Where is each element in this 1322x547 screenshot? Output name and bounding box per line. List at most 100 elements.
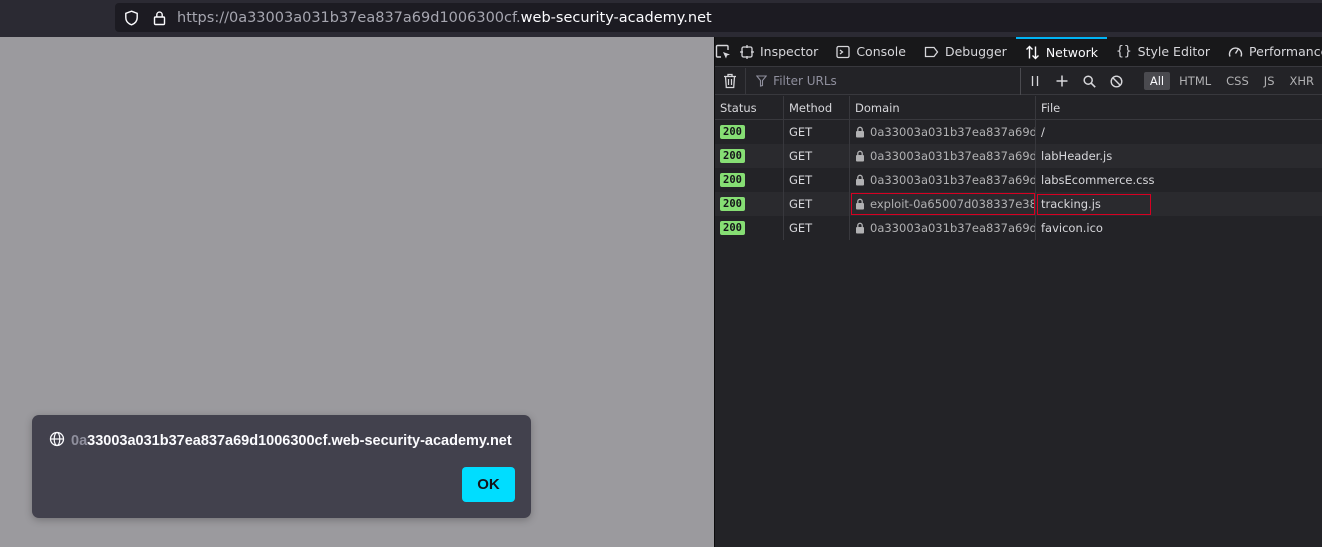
column-method[interactable]: Method (784, 96, 850, 119)
status-badge: 200 (720, 149, 745, 163)
debugger-icon (924, 46, 939, 57)
inspector-icon (740, 44, 754, 59)
file-cell: / (1041, 125, 1045, 139)
performance-icon (1228, 46, 1243, 57)
tab-console-label: Console (856, 44, 906, 59)
domain-text: 0a33003a031b37ea837a69d1… (870, 149, 1036, 163)
network-icon (1025, 45, 1039, 60)
block-button[interactable] (1103, 68, 1130, 95)
method-cell: GET (784, 168, 850, 192)
filter-html[interactable]: HTML (1173, 72, 1217, 90)
table-row[interactable]: 200 GET 0a33003a031b37ea837a69d1… labHea… (715, 144, 1322, 168)
column-domain[interactable]: Domain (850, 96, 1036, 119)
status-cell: 200 (715, 216, 784, 240)
style-editor-icon: {} (1116, 44, 1132, 59)
column-file[interactable]: File (1036, 96, 1322, 119)
table-row[interactable]: 200 GET 0a33003a031b37ea837a69d1… / (715, 120, 1322, 144)
domain-cell-highlighted: exploit-0a65007d038337e38… (850, 192, 1036, 216)
domain-cell: 0a33003a031b37ea837a69d1… (850, 168, 1036, 192)
tab-console[interactable]: Console (827, 37, 915, 66)
globe-icon (49, 431, 65, 451)
filter-xhr[interactable]: XHR (1284, 72, 1321, 90)
lock-icon (856, 150, 864, 162)
page-content: 0a33003a031b37ea837a69d1006300cf.web-sec… (0, 37, 714, 547)
clear-button[interactable] (715, 67, 747, 95)
filter-urls-input[interactable] (773, 74, 1014, 88)
url-bar[interactable]: https://0a33003a031b37ea837a69d1006300cf… (115, 3, 1322, 32)
file-highlight-box (1037, 194, 1151, 215)
lock-icon (856, 126, 864, 138)
devtools-panel: Inspector Console Debugger Network {} St… (714, 37, 1322, 547)
pause-button[interactable] (1021, 68, 1048, 95)
add-request-button[interactable] (1048, 68, 1075, 95)
status-cell: 200 (715, 192, 784, 216)
search-button[interactable] (1075, 68, 1102, 95)
column-status[interactable]: Status (715, 96, 784, 119)
tab-inspector[interactable]: Inspector (731, 37, 827, 66)
lock-icon (856, 222, 864, 234)
tab-debugger-label: Debugger (944, 44, 1007, 59)
tab-style-editor[interactable]: {} Style Editor (1107, 37, 1219, 66)
type-filters: All HTML CSS JS XHR (1143, 72, 1322, 90)
tab-inspector-label: Inspector (760, 44, 819, 59)
domain-cell: 0a33003a031b37ea837a69d1… (850, 144, 1036, 168)
domain-text: 0a33003a031b37ea837a69d1… (870, 221, 1036, 235)
file-cell: labsEcommerce.css (1041, 173, 1155, 187)
url-prefix: https://0a33003a031b37ea837a69d1006300cf… (177, 9, 521, 26)
tab-debugger[interactable]: Debugger (915, 37, 1016, 66)
lock-icon (856, 174, 864, 186)
url-text[interactable]: https://0a33003a031b37ea837a69d1006300cf… (177, 10, 712, 26)
requests-table: Status Method Domain File 200 GET 0a3300… (715, 96, 1322, 240)
devtools-tabs: Inspector Console Debugger Network {} St… (715, 37, 1322, 67)
status-badge: 200 (720, 125, 745, 139)
method-cell: GET (784, 192, 850, 216)
table-header: Status Method Domain File (715, 96, 1322, 120)
tab-performance[interactable]: Performance (1219, 37, 1322, 66)
network-toolbar: All HTML CSS JS XHR (715, 67, 1322, 95)
method-cell: GET (784, 144, 850, 168)
status-badge: 200 (720, 221, 745, 235)
browser-toolbar: https://0a33003a031b37ea837a69d1006300cf… (0, 0, 1322, 37)
plus-icon (1056, 75, 1068, 87)
domain-text: exploit-0a65007d038337e38… (870, 197, 1036, 211)
block-icon (1110, 74, 1123, 88)
status-badge: 200 (720, 173, 745, 187)
status-cell: 200 (715, 168, 784, 192)
filter-js[interactable]: JS (1258, 72, 1281, 90)
table-row[interactable]: 200 GET exploit-0a65007d038337e38… track… (715, 192, 1322, 216)
shield-icon[interactable] (123, 9, 139, 26)
status-cell: 200 (715, 144, 784, 168)
console-icon (836, 45, 850, 58)
dialog-header: 0a33003a031b37ea837a69d1006300cf.web-sec… (49, 431, 512, 451)
ok-button[interactable]: OK (462, 467, 515, 502)
domain-cell: 0a33003a031b37ea837a69d1… (850, 216, 1036, 240)
dialog-host-text: 33003a031b37ea837a69d1006300cf.web-secur… (87, 433, 512, 449)
lock-icon (856, 198, 864, 210)
method-cell: GET (784, 120, 850, 144)
domain-cell: 0a33003a031b37ea837a69d1… (850, 120, 1036, 144)
tab-network-label: Network (1045, 45, 1099, 60)
table-row[interactable]: 200 GET 0a33003a031b37ea837a69d1… favico… (715, 216, 1322, 240)
domain-text: 0a33003a031b37ea837a69d1… (870, 173, 1036, 187)
alert-dialog: 0a33003a031b37ea837a69d1006300cf.web-sec… (32, 415, 531, 518)
lock-icon[interactable] (151, 10, 167, 26)
filter-css[interactable]: CSS (1220, 72, 1255, 90)
search-icon (1082, 74, 1096, 88)
filter-icon (756, 75, 768, 87)
method-cell: GET (784, 216, 850, 240)
file-cell: labHeader.js (1041, 149, 1113, 163)
url-domain: web-security-academy.net (520, 9, 712, 26)
domain-text: 0a33003a031b37ea837a69d1… (870, 125, 1036, 139)
filter-all[interactable]: All (1143, 72, 1171, 90)
dialog-host-faded: 0a (71, 433, 88, 449)
tab-style-editor-label: Style Editor (1137, 44, 1211, 59)
file-cell: favicon.ico (1041, 221, 1103, 235)
filter-urls[interactable] (746, 67, 1021, 95)
tab-performance-label: Performance (1249, 44, 1322, 59)
status-badge: 200 (720, 197, 745, 211)
tab-network[interactable]: Network (1015, 37, 1108, 66)
table-row[interactable]: 200 GET 0a33003a031b37ea837a69d1… labsEc… (715, 168, 1322, 192)
trash-icon (724, 73, 737, 89)
status-cell: 200 (715, 120, 784, 144)
element-picker-icon[interactable] (715, 37, 731, 66)
